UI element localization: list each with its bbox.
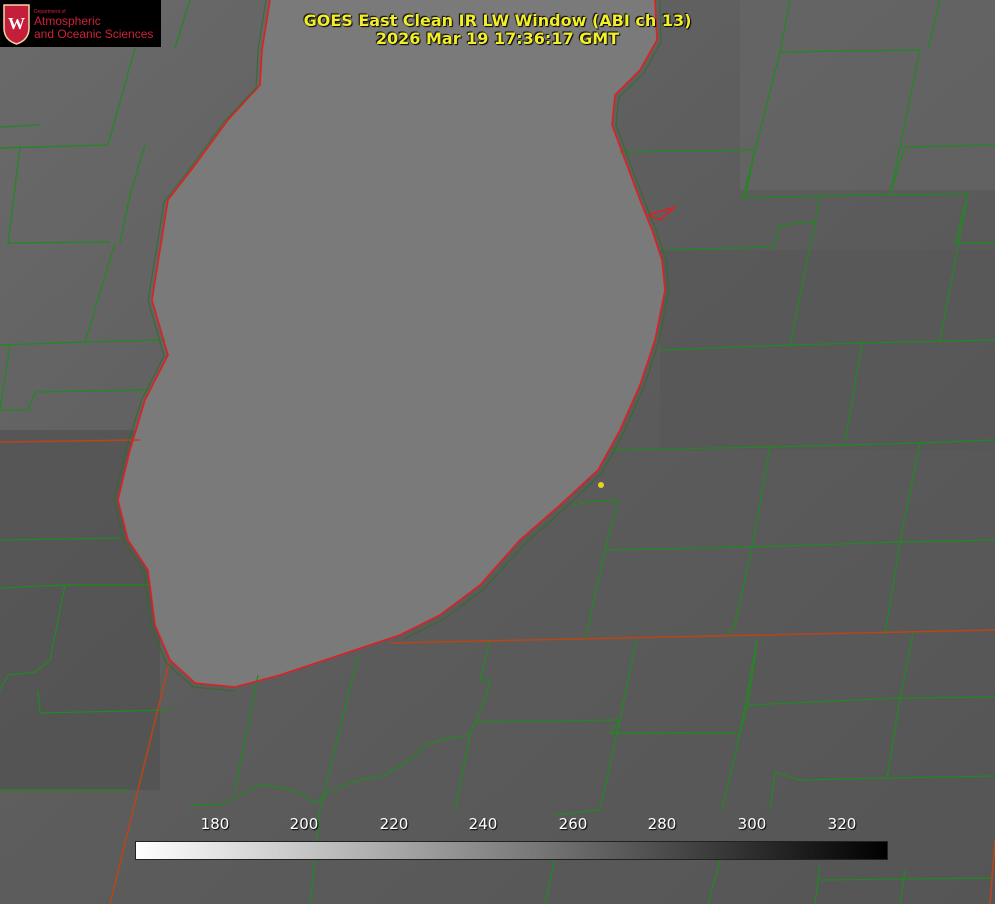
colorbar-tick-label: 220 (379, 815, 409, 833)
colorbar (135, 841, 888, 860)
location-marker (598, 482, 604, 488)
image-title: GOES East Clean IR LW Window (ABI ch 13) (303, 11, 692, 30)
image-timestamp: 2026 Mar 19 17:36:17 GMT (375, 29, 620, 48)
colorbar-tick-label: 320 (827, 815, 857, 833)
colorbar-tick-label: 240 (468, 815, 498, 833)
colorbar-tick-label: 180 (200, 815, 230, 833)
satellite-map (0, 0, 995, 904)
cloud-patch (660, 250, 995, 450)
satellite-image-viewer: W Department of Atmospheric and Oceanic … (0, 0, 995, 904)
colorbar-tick-label: 200 (289, 815, 319, 833)
colorbar-tick-label: 260 (558, 815, 588, 833)
colorbar-tick-label: 300 (737, 815, 767, 833)
colorbar-tick-label: 280 (647, 815, 677, 833)
